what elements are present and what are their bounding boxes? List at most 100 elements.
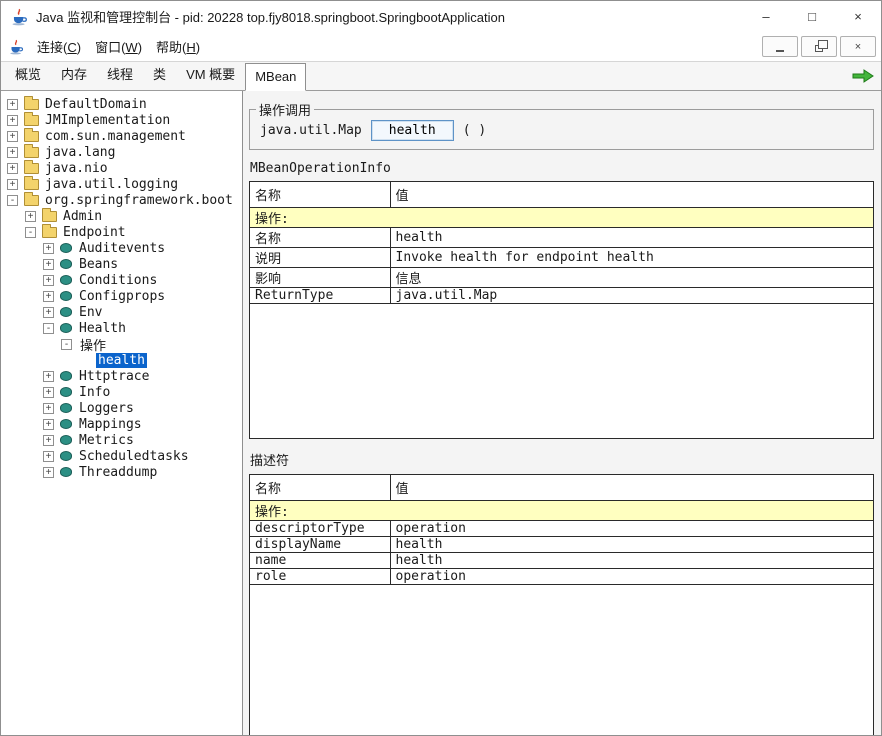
close-button[interactable]: × xyxy=(835,1,881,32)
expand-handle-icon[interactable]: + xyxy=(43,435,54,446)
frame-close-button[interactable]: × xyxy=(840,36,876,57)
tree-item-Health[interactable]: -Health xyxy=(1,320,242,336)
connection-status-icon xyxy=(852,69,874,83)
mbean-icon xyxy=(60,291,72,301)
column-header[interactable]: 名称 xyxy=(250,182,390,207)
tab-线程[interactable]: 线程 xyxy=(97,58,143,90)
mbean-icon xyxy=(60,323,72,333)
main-area: + DefaultDomain + JMImplementation+com.sun.… xyxy=(1,91,881,735)
tree-label: JMImplementation xyxy=(43,113,172,128)
frame-restore-button[interactable] xyxy=(801,36,837,57)
minimize-button[interactable]: – xyxy=(743,1,789,32)
tree-label: java.lang xyxy=(43,145,117,160)
expand-handle-icon[interactable]: + xyxy=(43,259,54,270)
mbean-icon xyxy=(60,435,72,445)
menu-item-W[interactable]: 窗口(W) xyxy=(88,33,149,60)
table-row-影响[interactable]: 影响信息 xyxy=(250,267,873,287)
jconsole-window: Java 监视和管理控制台 - pid: 20228 top.fjy8018.s… xyxy=(0,0,882,736)
collapse-handle-icon[interactable]: - xyxy=(25,227,36,238)
expand-handle-icon[interactable]: + xyxy=(7,147,18,158)
tree-item-com.sun.management[interactable]: +com.sun.management xyxy=(1,128,242,144)
table-row-说明[interactable]: 说明Invoke health for endpoint health xyxy=(250,247,873,267)
expand-handle-icon[interactable]: + xyxy=(43,243,54,254)
collapse-handle-icon[interactable]: - xyxy=(43,323,54,334)
descriptor-table: 名称值操作:descriptorTypeoperationdisplayName… xyxy=(249,474,874,735)
table-row-descriptorType[interactable]: descriptorTypeoperation xyxy=(250,520,873,536)
tree-item-操作[interactable]: -操作 xyxy=(1,336,242,352)
group-row[interactable]: 操作: xyxy=(250,500,873,520)
menu-item-C[interactable]: 连接(C) xyxy=(30,33,88,60)
expand-handle-icon[interactable]: + xyxy=(43,467,54,478)
collapse-handle-icon[interactable]: - xyxy=(61,339,72,350)
expand-handle-icon[interactable]: + xyxy=(43,275,54,286)
tree-label: Threaddump xyxy=(77,465,159,480)
expand-handle-icon[interactable]: + xyxy=(43,419,54,430)
table-row-displayName[interactable]: displayNamehealth xyxy=(250,536,873,552)
expand-handle-icon[interactable]: + xyxy=(7,131,18,142)
frame-minimize-button[interactable] xyxy=(762,36,798,57)
folder-icon xyxy=(24,163,39,174)
menu-item-H[interactable]: 帮助(H) xyxy=(149,33,207,60)
tree-item-Mappings[interactable]: +Mappings xyxy=(1,416,242,432)
tree-label: Endpoint xyxy=(61,225,128,240)
expand-handle-icon[interactable]: + xyxy=(43,371,54,382)
tree-item-JMImplementation[interactable]: + JMImplementation xyxy=(1,112,242,128)
tree-label: DefaultDomain xyxy=(43,97,149,112)
expand-handle-icon[interactable]: + xyxy=(7,99,18,110)
collapse-handle-icon[interactable]: - xyxy=(7,195,18,206)
tree-item-Env[interactable]: +Env xyxy=(1,304,242,320)
window-controls: – □ × xyxy=(743,1,881,32)
tab-VM-概要[interactable]: VM 概要 xyxy=(176,58,245,90)
expand-handle-icon[interactable]: + xyxy=(25,211,36,222)
operation-info-table: 名称值操作:名称health说明Invoke health for endpoi… xyxy=(249,181,874,439)
expand-handle-icon[interactable]: + xyxy=(43,451,54,462)
tree-item-Loggers[interactable]: +Loggers xyxy=(1,400,242,416)
tab-类[interactable]: 类 xyxy=(143,58,176,90)
health-operation-button[interactable]: health xyxy=(371,120,454,141)
tree-item-Endpoint[interactable]: - Endpoint xyxy=(1,224,242,240)
tab-MBean[interactable]: MBean xyxy=(245,63,306,91)
tree-item-Admin[interactable]: +Admin xyxy=(1,208,242,224)
tree-item-Threaddump[interactable]: + Threaddump xyxy=(1,464,242,480)
table-row-role[interactable]: roleoperation xyxy=(250,568,873,584)
tree-item-java.lang[interactable]: + java.lang xyxy=(1,144,242,160)
tree-label: java.nio xyxy=(43,161,110,176)
expand-handle-icon[interactable]: + xyxy=(43,291,54,302)
title-bar: Java 监视和管理控制台 - pid: 20228 top.fjy8018.s… xyxy=(1,1,881,32)
tree-item-Info[interactable]: +Info xyxy=(1,384,242,400)
tree-item-Configprops[interactable]: +Configprops xyxy=(1,288,242,304)
expand-handle-icon[interactable]: + xyxy=(7,163,18,174)
expand-handle-icon[interactable]: + xyxy=(43,387,54,398)
tree-item-Beans[interactable]: +Beans xyxy=(1,256,242,272)
tree-item-DefaultDomain[interactable]: + DefaultDomain xyxy=(1,96,242,112)
expand-handle-icon[interactable]: + xyxy=(7,179,18,190)
tree-item-health[interactable]: health xyxy=(1,352,242,368)
table-row-name[interactable]: namehealth xyxy=(250,552,873,568)
tree-item-Conditions[interactable]: +Conditions xyxy=(1,272,242,288)
maximize-button[interactable]: □ xyxy=(789,1,835,32)
mbean-icon xyxy=(60,259,72,269)
tab-内存[interactable]: 内存 xyxy=(51,58,97,90)
operation-invoke-panel: 操作调用 java.util.Map health ( ) xyxy=(249,100,874,150)
column-header[interactable]: 值 xyxy=(390,182,873,207)
tree-item-java.util.logging[interactable]: + java.util.logging xyxy=(1,176,242,192)
column-header[interactable]: 名称 xyxy=(250,475,390,500)
tree-item-java.nio[interactable]: + java.nio xyxy=(1,160,242,176)
tree-item-Auditevents[interactable]: +Auditevents xyxy=(1,240,242,256)
table-row-ReturnType[interactable]: ReturnTypejava.util.Map xyxy=(250,287,873,303)
tab-概览[interactable]: 概览 xyxy=(5,58,51,90)
expand-handle-icon[interactable]: + xyxy=(43,307,54,318)
expand-handle-icon[interactable]: + xyxy=(7,115,18,126)
group-row[interactable]: 操作: xyxy=(250,207,873,227)
descriptor-title: 描述符 xyxy=(250,450,874,469)
column-header[interactable]: 值 xyxy=(390,475,873,500)
tree-item-org.springframework.boot[interactable]: -org.springframework.boot xyxy=(1,192,242,208)
tree-label: java.util.logging xyxy=(43,177,180,192)
mbean-icon xyxy=(60,243,72,253)
tree-item-Scheduledtasks[interactable]: +Scheduledtasks xyxy=(1,448,242,464)
tree-item-Metrics[interactable]: +Metrics xyxy=(1,432,242,448)
expand-handle-icon[interactable]: + xyxy=(43,403,54,414)
folder-icon xyxy=(24,195,39,206)
table-row-名称[interactable]: 名称health xyxy=(250,227,873,247)
tree-item-Httptrace[interactable]: +Httptrace xyxy=(1,368,242,384)
